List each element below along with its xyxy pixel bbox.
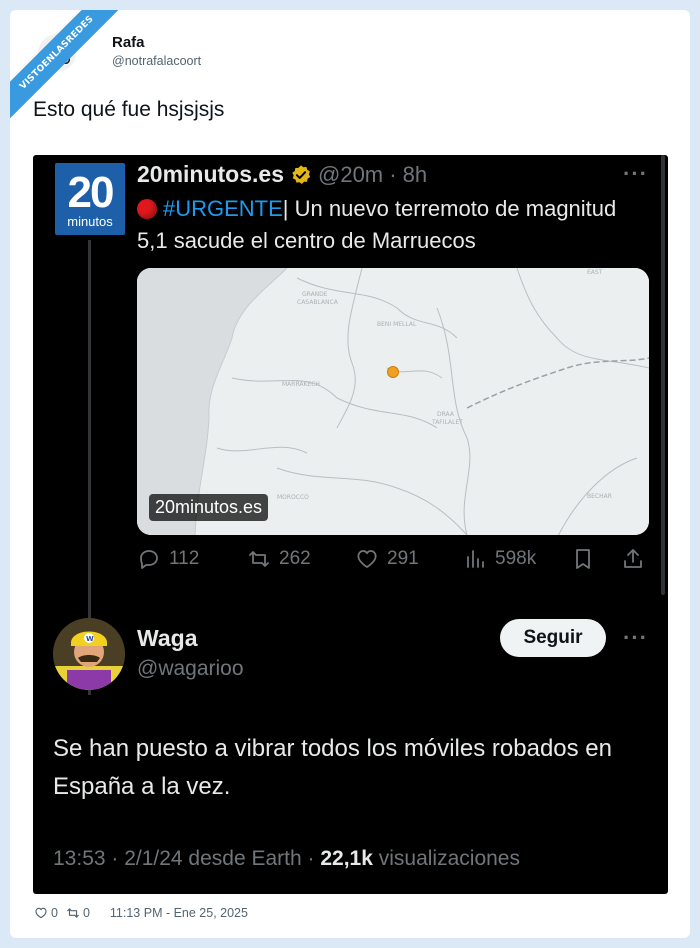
reply-icon: [140, 550, 158, 569]
earthquake-map[interactable]: GRANDE CASABLANCA BENI MELLAL MARRAKECH …: [137, 268, 649, 535]
svg-text:MARRAKECH: MARRAKECH: [282, 381, 320, 388]
svg-text:EAST: EAST: [587, 269, 603, 276]
repost-button[interactable]: 262: [247, 547, 311, 571]
svg-text:DRAA: DRAA: [437, 411, 455, 418]
post-footer: 0 0 11:13 PM - Ene 25, 2025: [34, 906, 248, 920]
like-count: 291: [387, 548, 419, 569]
svg-text:BENI MELLAL: BENI MELLAL: [377, 321, 417, 328]
reply-button[interactable]: 112: [137, 547, 199, 571]
watermark-text: VISTOENLASREDES: [10, 10, 127, 123]
svg-text:BECHAR: BECHAR: [587, 493, 612, 500]
verified-badge-icon: [292, 164, 311, 184]
post-repost-button[interactable]: 0: [66, 906, 90, 920]
scrollbar[interactable]: [661, 155, 665, 595]
post-card: VISTOENLASREDES Rafa @notrafalacoort Est…: [10, 10, 690, 938]
quoted-header: 20minutos.es @20m · 8h: [137, 161, 427, 188]
reply-views-count: 22,1k: [320, 847, 373, 870]
wario-avatar-image: W: [53, 618, 125, 690]
views-button[interactable]: 598k: [463, 547, 536, 571]
svg-text:CASABLANCA: CASABLANCA: [297, 299, 339, 306]
reply-count: 112: [169, 548, 200, 569]
bookmark-icon: [576, 549, 590, 569]
watermark-ribbon: VISTOENLASREDES: [10, 10, 130, 130]
bookmark-button[interactable]: [571, 547, 603, 571]
svg-text:MOROCCO: MOROCCO: [277, 494, 309, 501]
quoted-author-name[interactable]: 20minutos.es: [137, 161, 284, 188]
avatar-number: 20: [67, 168, 115, 217]
avatar-word: minutos: [67, 214, 113, 229]
reply-avatar[interactable]: W: [53, 618, 125, 690]
views-count: 598k: [495, 548, 537, 569]
more-icon[interactable]: ···: [623, 161, 648, 187]
quoted-actions: 112 262 291 598k: [137, 547, 649, 577]
repost-icon: [67, 908, 79, 918]
20minutos-avatar[interactable]: 20 minutos: [55, 163, 125, 235]
like-icon: [35, 907, 47, 919]
post-repost-count: 0: [82, 906, 90, 920]
epicenter-marker: [387, 366, 399, 378]
like-button[interactable]: 291: [355, 547, 419, 571]
hashtag-link[interactable]: #URGENTE: [163, 196, 283, 221]
svg-text:TAFILALET: TAFILALET: [431, 419, 463, 426]
reply-time-source[interactable]: 13:53 · 2/1/24 desde Earth ·: [53, 847, 320, 870]
quoted-text: #URGENTE| Un nuevo terremoto de magnitud…: [137, 193, 647, 257]
reply-meta: 13:53 · 2/1/24 desde Earth · 22,1k visua…: [53, 847, 520, 871]
quoted-handle-time[interactable]: @20m · 8h: [318, 162, 427, 188]
svg-text:W: W: [86, 635, 94, 643]
post-like-button[interactable]: 0: [34, 906, 58, 920]
share-button[interactable]: [621, 547, 653, 571]
map-source-badge: 20minutos.es: [149, 494, 269, 521]
reply-text: Se han puesto a vibrar todos los móviles…: [53, 735, 612, 800]
red-circle-icon: [137, 199, 157, 219]
follow-button[interactable]: Seguir: [500, 619, 606, 657]
embedded-screenshot: 20 minutos 20minutos.es @20m · 8h ··· #U…: [33, 155, 668, 894]
repost-icon: [249, 551, 269, 567]
svg-text:GRANDE: GRANDE: [302, 291, 328, 298]
like-icon: [357, 550, 377, 568]
reply-views-label: visualizaciones: [372, 847, 520, 870]
post-timestamp[interactable]: 11:13 PM - Ene 25, 2025: [110, 906, 248, 920]
reply-author-name[interactable]: Waga: [137, 625, 198, 652]
views-icon: [467, 550, 484, 568]
share-icon: [624, 549, 642, 568]
reply-more-icon[interactable]: ···: [623, 625, 648, 651]
post-like-count: 0: [51, 906, 58, 920]
reply-author-handle[interactable]: @wagarioo: [137, 657, 244, 681]
repost-count: 262: [279, 548, 311, 569]
